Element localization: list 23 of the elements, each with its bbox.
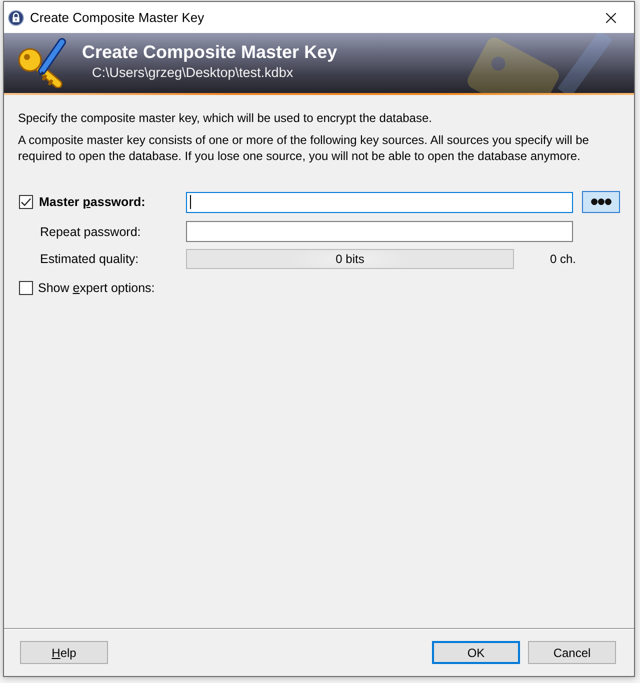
close-icon — [606, 12, 616, 22]
repeat-password-field[interactable] — [186, 221, 573, 242]
master-password-label: Master password: — [39, 195, 146, 209]
character-count: 0 ch. — [550, 252, 576, 266]
window-title: Create Composite Master Key — [30, 10, 204, 25]
banner-title: Create Composite Master Key — [82, 41, 338, 63]
quality-label: Estimated quality: — [40, 252, 139, 266]
help-button[interactable]: Help — [20, 641, 108, 664]
master-password-field[interactable] — [186, 192, 573, 212]
repeat-password-label: Repeat password: — [40, 224, 141, 238]
text-cursor-icon — [190, 195, 191, 209]
intro-text: Specify the composite master key, which will be used to encrypt the database. — [18, 110, 433, 126]
file-path: C:\Users\grzeg\Desktop\test.kdbx — [92, 65, 294, 81]
cancel-button[interactable]: Cancel — [528, 641, 616, 664]
key-pencil-icon — [16, 38, 66, 88]
ok-button[interactable]: OK — [432, 641, 520, 664]
expert-options-label: Show expert options: — [38, 281, 155, 295]
padlock-icon — [8, 10, 24, 26]
description-text: A composite master key consists of one or more of the following key sources. All sources you specify will be required to open the database. If you lose one source, you will not be able to open the database anymore. — [18, 132, 590, 164]
show-password-button[interactable]: ●●● — [582, 191, 620, 213]
expert-options-checkbox[interactable] — [19, 281, 33, 295]
master-password-checkbox[interactable] — [19, 195, 33, 209]
quality-reading: 0 bits — [336, 252, 364, 266]
